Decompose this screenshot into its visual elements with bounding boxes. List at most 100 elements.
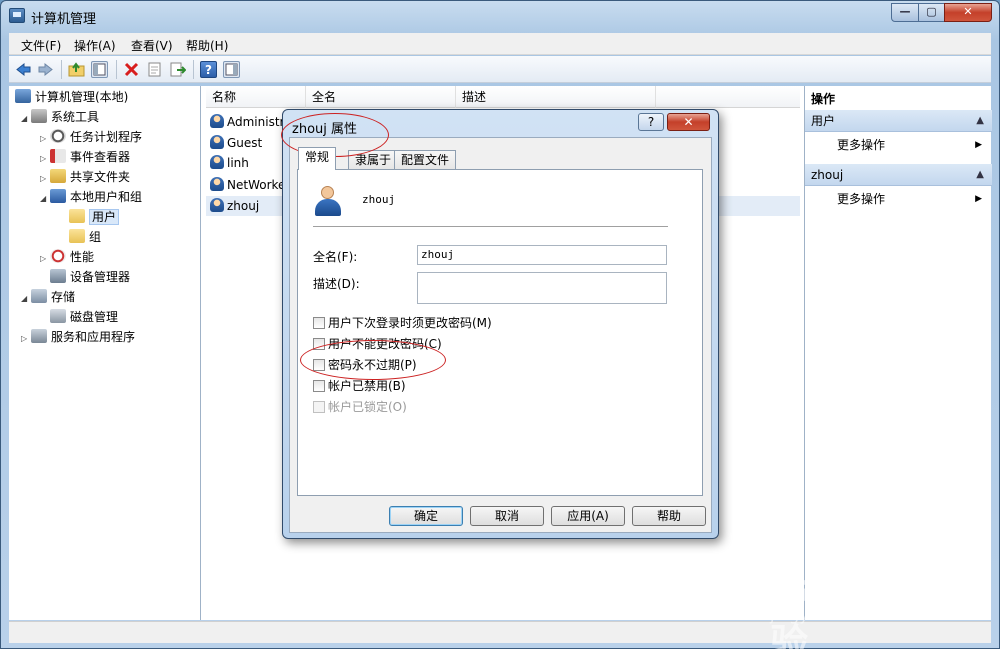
users-groups-icon — [50, 189, 66, 203]
checkbox-icon[interactable] — [313, 317, 325, 329]
expanded-arrow-icon[interactable]: ◢ — [21, 290, 31, 308]
apply-button[interactable]: 应用(A) — [551, 506, 625, 526]
forward-icon[interactable] — [37, 61, 54, 78]
user-icon — [210, 198, 224, 212]
tree-item-storage[interactable]: ◢ 存储 — [21, 288, 75, 306]
device-manager-icon — [50, 269, 66, 283]
folder-icon — [69, 209, 85, 223]
close-button[interactable]: ✕ — [944, 3, 992, 22]
tab-general[interactable]: 常规 — [298, 147, 337, 170]
dialog-help-button[interactable]: ? — [638, 113, 664, 131]
tree-item-shared-folders[interactable]: ▷ 共享文件夹 — [40, 168, 130, 186]
window-title: 计算机管理 — [31, 12, 97, 27]
account-disabled-checkbox[interactable]: 帐户已禁用(B) — [313, 378, 406, 394]
checkbox-icon — [313, 401, 325, 413]
tree-item-services[interactable]: ▷ 服务和应用程序 — [21, 328, 135, 346]
user-icon — [210, 155, 224, 169]
tree-item-system-tools[interactable]: ◢ 系统工具 — [21, 108, 99, 126]
submenu-arrow-icon: ▶ — [975, 140, 982, 150]
tree-item-performance[interactable]: ▷ 性能 — [40, 248, 94, 266]
submenu-arrow-icon: ▶ — [975, 194, 982, 204]
baidu-watermark: Bai du 经验 jingyan.baidu.com — [770, 545, 985, 649]
properties-icon[interactable] — [146, 61, 163, 78]
watermark-logo: Bai du 经验 — [770, 566, 957, 649]
tree-item-event-viewer[interactable]: ▷ 事件查看器 — [40, 148, 130, 166]
user-avatar-icon — [313, 186, 343, 216]
collapsed-arrow-icon[interactable]: ▷ — [21, 330, 31, 348]
collapse-icon[interactable]: ▲ — [976, 110, 984, 132]
expanded-arrow-icon[interactable]: ◢ — [21, 110, 31, 128]
maximize-button[interactable]: ▢ — [918, 3, 945, 22]
collapsed-arrow-icon[interactable]: ▷ — [40, 170, 50, 188]
user-name: linh — [227, 156, 249, 170]
menu-action[interactable]: 操作(A) — [74, 37, 116, 54]
divider — [313, 226, 668, 227]
collapse-icon[interactable]: ▲ — [976, 164, 984, 186]
tree-item-groups[interactable]: 组 — [69, 228, 101, 246]
menu-help[interactable]: 帮助(H) — [186, 37, 228, 54]
actions-section-users[interactable]: 用户 ▲ — [805, 110, 992, 132]
tab-profile[interactable]: 配置文件 — [394, 150, 457, 170]
menu-file[interactable]: 文件(F) — [21, 37, 61, 54]
cancel-button[interactable]: 取消 — [470, 506, 544, 526]
column-description[interactable]: 描述 — [456, 86, 656, 108]
tree-item-users[interactable]: 用户 — [69, 208, 120, 226]
checkbox-icon[interactable] — [313, 380, 325, 392]
folder-icon — [69, 229, 85, 243]
column-name[interactable]: 名称 — [206, 86, 306, 108]
expanded-arrow-icon[interactable]: ◢ — [40, 190, 50, 208]
username-display: zhouj — [362, 193, 396, 206]
toolbar-separator — [193, 60, 194, 79]
toolbar-separator — [61, 60, 62, 79]
dialog-body: 常规 隶属于 配置文件 zhouj 全名(F): zhouj 描述(D): 用户… — [289, 137, 712, 533]
collapsed-arrow-icon[interactable]: ▷ — [40, 150, 50, 168]
must-change-password-checkbox[interactable]: 用户下次登录时须更改密码(M) — [313, 315, 492, 331]
minimize-button[interactable]: — — [891, 3, 919, 22]
tree-item-task-scheduler[interactable]: ▷ 任务计划程序 — [40, 128, 142, 146]
computer-icon — [15, 89, 31, 103]
collapsed-arrow-icon[interactable]: ▷ — [40, 250, 50, 268]
tree-item-device-manager[interactable]: 设备管理器 — [50, 268, 130, 286]
actions-header: 操作 — [811, 92, 836, 106]
toolbar-separator — [116, 60, 117, 79]
collapsed-arrow-icon[interactable]: ▷ — [40, 130, 50, 148]
tree-item-local-users[interactable]: ◢ 本地用户和组 — [40, 188, 142, 206]
user-name: Guest — [227, 136, 263, 150]
column-fullname[interactable]: 全名 — [306, 86, 456, 108]
user-name: Administr — [227, 115, 285, 129]
actions-pane: 操作 用户 ▲ 更多操作 ▶ zhouj ▲ 更多操作 ▶ — [804, 86, 992, 620]
fullname-label: 全名(F): — [313, 250, 358, 264]
title-bar[interactable]: 计算机管理 — ▢ ✕ — [1, 1, 999, 31]
user-icon — [210, 114, 224, 128]
toolbar: ? — [9, 56, 991, 83]
help-icon[interactable]: ? — [200, 61, 217, 78]
dialog-close-button[interactable]: ✕ — [667, 113, 710, 131]
description-field[interactable] — [417, 272, 667, 304]
dialog-help-action-button[interactable]: 帮助 — [632, 506, 706, 526]
description-label: 描述(D): — [313, 277, 360, 291]
menu-view[interactable]: 查看(V) — [131, 37, 173, 54]
show-action-pane-icon[interactable] — [223, 61, 240, 78]
up-folder-icon[interactable] — [68, 61, 85, 78]
tree-item-root[interactable]: 计算机管理(本地) — [15, 88, 128, 106]
svg-text:?: ? — [205, 63, 212, 77]
tree-item-disk-management[interactable]: 磁盘管理 — [50, 308, 118, 326]
storage-icon — [31, 289, 47, 303]
ok-button[interactable]: 确定 — [389, 506, 463, 526]
computer-management-icon — [9, 8, 25, 23]
event-viewer-icon — [50, 149, 66, 163]
show-hide-tree-icon[interactable] — [91, 61, 108, 78]
back-icon[interactable] — [15, 61, 32, 78]
actions-section-zhouj[interactable]: zhouj ▲ — [805, 164, 992, 186]
user-icon — [210, 177, 224, 191]
disk-icon — [50, 309, 66, 323]
fullname-field[interactable]: zhouj — [417, 245, 667, 265]
user-properties-dialog: zhouj 属性 ? ✕ 常规 隶属于 配置文件 zhouj 全名(F): zh… — [282, 109, 719, 539]
more-actions-zhouj[interactable]: 更多操作 ▶ — [805, 189, 992, 209]
general-tab-panel: zhouj 全名(F): zhouj 描述(D): 用户下次登录时须更改密码(M… — [297, 169, 703, 496]
list-header: 名称 全名 描述 — [206, 86, 800, 108]
more-actions-users[interactable]: 更多操作 ▶ — [805, 135, 992, 155]
export-list-icon[interactable] — [169, 61, 187, 78]
delete-icon[interactable] — [123, 61, 140, 78]
account-locked-checkbox: 帐户已锁定(O) — [313, 399, 407, 415]
